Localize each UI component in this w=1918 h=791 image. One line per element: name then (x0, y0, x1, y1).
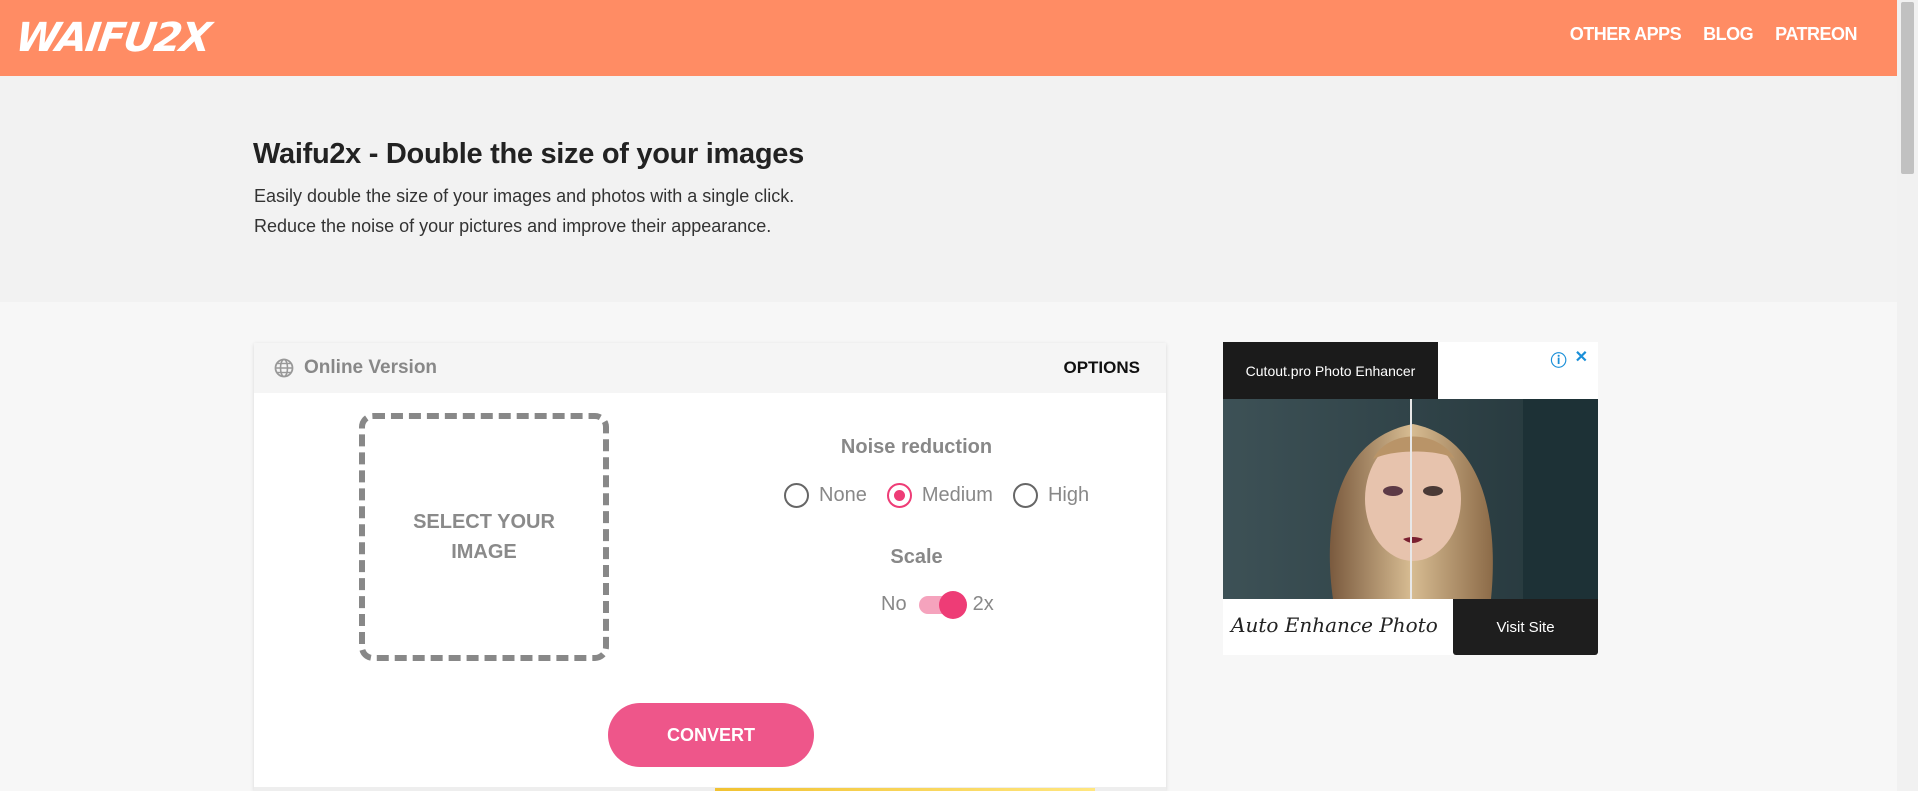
top-navbar: WAIFU2X OTHER APPS BLOG PATREON (0, 0, 1897, 76)
visit-site-button[interactable]: Visit Site (1453, 599, 1598, 655)
radio-label: Medium (921, 484, 993, 506)
close-icon[interactable]: ✕ (1575, 347, 1588, 371)
globe-icon (274, 358, 294, 378)
nav-other-apps[interactable]: OTHER APPS (1570, 24, 1682, 45)
convert-button[interactable]: CONVERT (608, 703, 814, 767)
ad-footer: Auto Enhance Photo Visit Site (1223, 599, 1598, 655)
radio-label: High (1047, 484, 1090, 506)
nav-patreon[interactable]: PATREON (1775, 24, 1857, 45)
info-icon[interactable]: ⓘ (1551, 347, 1567, 371)
portrait-photo (1223, 399, 1598, 599)
converter-card: Online Version OPTIONS SELECT YOUR IMAGE… (254, 343, 1166, 791)
noise-option-high[interactable]: High (1012, 483, 1090, 508)
image-dropzone[interactable]: SELECT YOUR IMAGE (359, 413, 609, 661)
card-header: Online Version OPTIONS (254, 343, 1166, 393)
advertisement[interactable]: Cutout.pro Photo Enhancer ⓘ ✕ Auto Enhan… (1223, 342, 1598, 655)
scale-toggle[interactable] (918, 590, 967, 619)
scale-2x-label: 2x (972, 593, 994, 615)
noise-option-none[interactable]: None (784, 483, 867, 508)
radio-button[interactable] (784, 483, 809, 508)
options-button[interactable]: OPTIONS (1063, 358, 1140, 378)
main-nav: OTHER APPS BLOG PATREON (1570, 24, 1858, 45)
toggle-knob (938, 590, 967, 619)
dropzone-label: SELECT YOUR IMAGE (413, 511, 555, 563)
ad-controls: ⓘ ✕ (1551, 347, 1588, 371)
online-version-label: Online Version (304, 357, 438, 378)
hero-section: Waifu2x - Double the size of your images… (0, 76, 1897, 302)
scale-no-label: No (881, 593, 907, 615)
page-title: Waifu2x - Double the size of your images (253, 138, 804, 170)
scrollbar-thumb[interactable] (1901, 2, 1914, 174)
noise-option-medium[interactable]: Medium (886, 483, 993, 508)
scale-control: No 2x (881, 590, 994, 619)
page-scrollbar[interactable] (1897, 0, 1918, 791)
ad-tagline: Auto Enhance Photo (1231, 613, 1438, 637)
ad-title: Cutout.pro Photo Enhancer (1223, 342, 1438, 399)
radio-button[interactable] (886, 483, 912, 508)
hero-description-line-2: Reduce the noise of your pictures and im… (254, 216, 772, 236)
noise-radio-group: None Medium High (784, 483, 1109, 508)
noise-reduction-title: Noise reduction (840, 436, 993, 458)
ad-image[interactable] (1223, 399, 1598, 599)
scale-title: Scale (890, 546, 943, 568)
radio-button[interactable] (1012, 483, 1038, 508)
radio-label: None (819, 484, 867, 506)
site-logo[interactable]: WAIFU2X (13, 14, 213, 62)
hero-description-line-1: Easily double the size of your images an… (254, 186, 795, 206)
nav-blog[interactable]: BLOG (1703, 24, 1754, 45)
